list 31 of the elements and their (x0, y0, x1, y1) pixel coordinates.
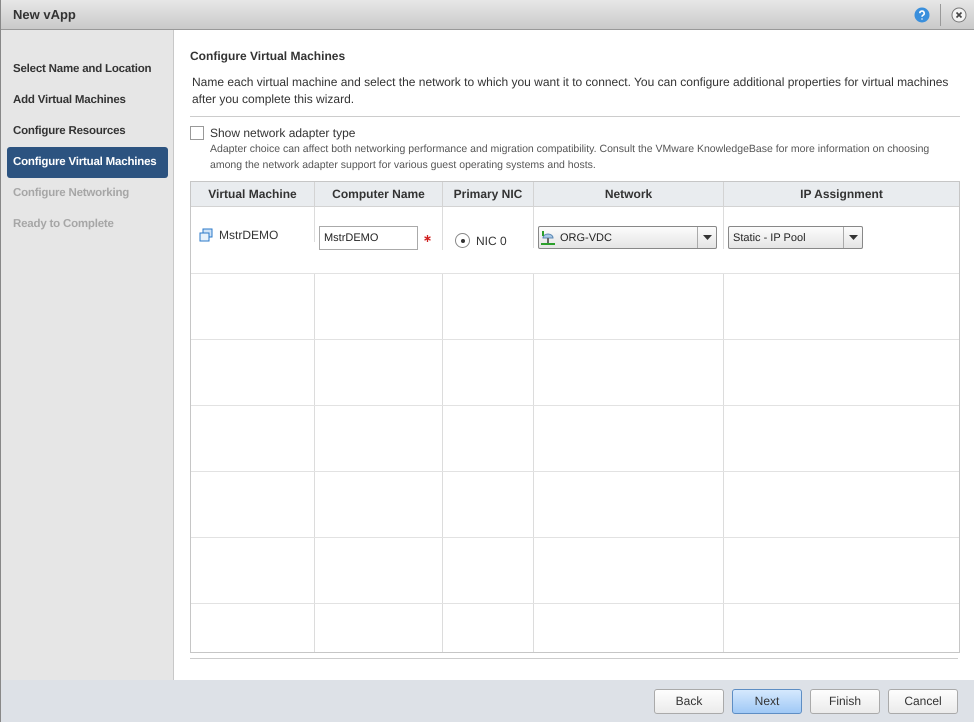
nic-label: NIC 0 (476, 234, 507, 248)
caret-icon (702, 235, 712, 240)
column-header[interactable]: Network (534, 182, 724, 206)
checkbox[interactable] (190, 126, 204, 140)
wizard-step[interactable]: Configure Virtual Machines (7, 147, 168, 178)
network-icon (540, 230, 556, 246)
column-header[interactable]: IP Assignment (724, 182, 959, 206)
wizard-step[interactable]: Add Virtual Machines (7, 85, 168, 116)
column-header[interactable]: Primary NIC (443, 182, 534, 206)
wizard-button[interactable]: Next (732, 688, 802, 714)
column-header[interactable]: Computer Name (315, 182, 443, 206)
wizard-step[interactable]: Select Name and Location (7, 54, 168, 85)
vm-name: MstrDEMO (219, 228, 278, 242)
wizard-button[interactable]: Cancel (888, 688, 958, 714)
wizard-button[interactable]: Back (654, 688, 724, 714)
page-description: Name each virtual machine and select the network to which you want it to connect. You can configure additional properties for virtual machines after you complete this wizard. (191, 74, 950, 108)
window-title: New vApp (13, 7, 76, 22)
page-heading: Configure Virtual Machines (190, 49, 346, 63)
radio-button[interactable] (455, 233, 470, 248)
ip-assignment-dropdown[interactable]: Static - IP Pool (728, 226, 863, 249)
computer-name-field[interactable]: MstrDEMO (319, 226, 418, 250)
checkbox-label[interactable]: Show network adapter type (210, 126, 356, 140)
network-dropdown[interactable]: ORG-VDC (538, 226, 717, 249)
vm-icon (199, 228, 213, 242)
adapter-note: Adapter choice can affect both networking performance and migration compatibility. Consult the VMware KnowledgeBase for more information on choosing among the network adapter support for various guest operating systems and hosts. (209, 142, 930, 173)
close-icon[interactable] (951, 6, 967, 22)
help-icon[interactable] (914, 6, 930, 22)
wizard-step[interactable]: Configure Resources (7, 116, 168, 147)
caret-icon (848, 235, 858, 240)
wizard-button[interactable]: Finish (810, 688, 880, 714)
column-header[interactable]: Virtual Machine (191, 182, 315, 206)
